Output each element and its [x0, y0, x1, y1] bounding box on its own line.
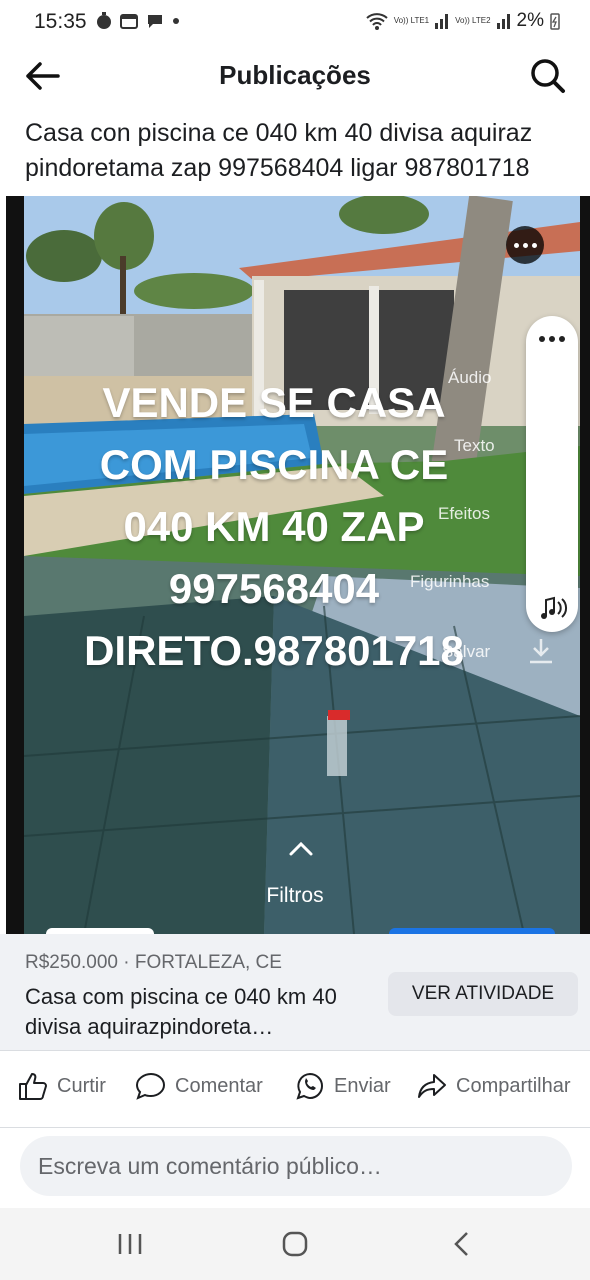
more-icon[interactable]	[539, 336, 565, 342]
comment-button[interactable]: Comentar	[135, 1071, 263, 1101]
post-text: Casa con piscina ce 040 km 40 divisa aqu…	[25, 119, 533, 182]
share-button[interactable]: Compartilhar	[416, 1071, 570, 1101]
house-photo: VENDE SE CASA COM PISCINA CE 040 KM 40 Z…	[24, 196, 580, 934]
overlay-text: VENDE SE CASA COM PISCINA CE 040 KM 40 Z…	[24, 372, 524, 682]
like-label: Curtir	[57, 1074, 106, 1097]
chat-icon	[148, 15, 162, 28]
comment-input[interactable]	[20, 1136, 572, 1196]
chevron-up-icon[interactable]	[288, 840, 314, 858]
recents-icon	[118, 1234, 142, 1254]
post-actions-bar: Curtir Comentar Enviar Compartilhar	[0, 1050, 590, 1128]
carrier-2: Vo)) LTE2	[455, 16, 491, 25]
top-app-bar: Publicações	[0, 48, 590, 106]
calendar-icon	[120, 14, 138, 29]
share-label: Compartilhar	[456, 1074, 571, 1097]
search-icon[interactable]	[530, 58, 566, 94]
music-note-icon[interactable]	[534, 590, 570, 626]
timer-icon	[97, 12, 111, 29]
post-media[interactable]: VENDE SE CASA COM PISCINA CE 040 KM 40 Z…	[6, 196, 590, 934]
more-options-button[interactable]	[506, 226, 544, 264]
send-label: Enviar	[334, 1074, 391, 1097]
tool-label-audio[interactable]: Áudio	[448, 368, 491, 388]
signal-icon	[496, 14, 510, 29]
listing-title[interactable]: Casa com piscina ce 040 km 40 divisa aqu…	[25, 982, 365, 1042]
signal-icon	[435, 14, 449, 29]
tool-label-text[interactable]: Texto	[454, 436, 495, 456]
notification-icons	[96, 12, 180, 30]
whatsapp-icon	[296, 1072, 323, 1100]
system-nav-bar	[0, 1208, 590, 1280]
tool-label-save[interactable]: Salvar	[442, 642, 490, 662]
home-button[interactable]	[265, 1224, 325, 1264]
overlay-line: COM PISCINA CE	[99, 441, 449, 488]
recent-apps-button[interactable]	[100, 1224, 160, 1264]
price-location: R$250.000 · FORTALEZA, CE	[25, 952, 282, 973]
tool-label-effects[interactable]: Efeitos	[438, 504, 490, 524]
view-activity-button[interactable]: VER ATIVIDADE	[388, 972, 578, 1016]
status-time: 15:35	[34, 10, 87, 33]
status-right: Vo)) LTE1 Vo)) LTE2 2%	[366, 10, 560, 32]
carrier-1: Vo)) LTE1	[393, 16, 430, 25]
filters-label[interactable]: Filtros	[240, 884, 350, 908]
chevron-left-icon	[454, 1232, 468, 1256]
home-icon	[282, 1231, 308, 1257]
like-button[interactable]: Curtir	[17, 1071, 106, 1101]
thumbs-up-icon	[19, 1073, 47, 1100]
marketplace-listing[interactable]: R$250.000 · FORTALEZA, CE Casa com pisci…	[0, 934, 590, 1050]
dot-icon	[173, 18, 179, 24]
tool-label-stickers[interactable]: Figurinhas	[410, 572, 489, 592]
comment-bubble-icon	[135, 1072, 166, 1100]
battery-charging-icon	[550, 13, 560, 30]
battery-percent: 2%	[516, 10, 544, 31]
status-bar: 15:35 Vo)) LTE1 Vo)) LTE2 2%	[0, 0, 590, 46]
comment-label: Comentar	[175, 1074, 263, 1097]
share-arrow-icon	[418, 1074, 446, 1098]
back-button[interactable]	[432, 1224, 492, 1264]
send-button[interactable]: Enviar	[294, 1071, 391, 1101]
wifi-icon	[366, 13, 388, 30]
page-title: Publicações	[219, 60, 371, 90]
editor-tools-panel	[526, 316, 578, 632]
download-icon[interactable]	[526, 636, 556, 666]
